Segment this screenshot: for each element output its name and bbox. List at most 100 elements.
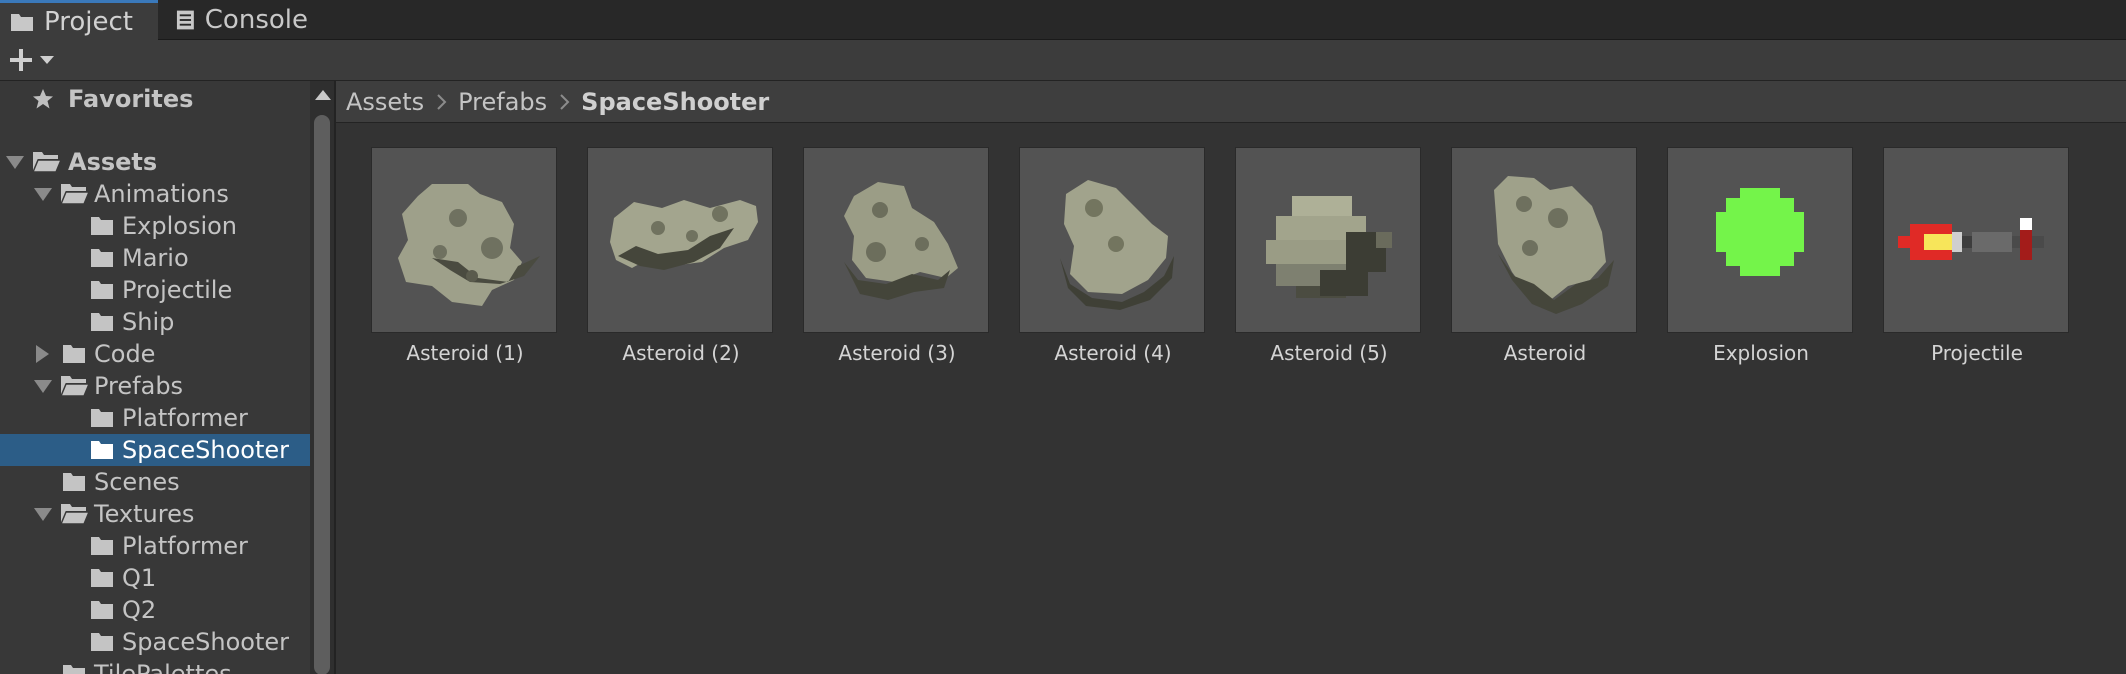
asset-label: Asteroid (1): [406, 341, 524, 365]
tree-item-label: Scenes: [94, 468, 180, 496]
star-icon: [33, 89, 53, 109]
tree-item-projectile[interactable]: Projectile: [0, 274, 310, 306]
favorites-item[interactable]: Favorites: [0, 83, 310, 115]
folder-icon: [91, 409, 113, 427]
folder-icon: [11, 13, 33, 31]
asset-tile[interactable]: Asteroid (1): [371, 147, 559, 365]
asset-thumbnail: [803, 147, 989, 333]
tree-item-label: Explosion: [122, 212, 238, 240]
tree-item-label: Q1: [122, 564, 157, 592]
tree-item-spaceshooter-selected[interactable]: SpaceShooter: [0, 434, 310, 466]
asset-tile[interactable]: Explosion: [1667, 147, 1855, 365]
asset-label: Asteroid (2): [622, 341, 740, 365]
asset-label: Asteroid (4): [1054, 341, 1172, 365]
asset-tile[interactable]: Projectile: [1883, 147, 2071, 365]
tree-item-label: Platformer: [122, 532, 248, 560]
folder-icon: [91, 537, 113, 555]
tree-item-label: TilePalettes: [94, 660, 232, 674]
explosion-icon: [1716, 188, 1804, 276]
folder-icon: [91, 281, 113, 299]
asset-tile[interactable]: Asteroid (2): [587, 147, 775, 365]
tree-scrollbar[interactable]: [310, 81, 334, 674]
asset-grid: Asteroid (1) Asteroid (2) Asteroid (3) A…: [336, 123, 2126, 674]
asset-thumbnail: [1235, 147, 1421, 333]
tree-item-ship[interactable]: Ship: [0, 306, 310, 338]
scroll-up-arrow-icon[interactable]: [315, 90, 331, 100]
expand-arrow-icon[interactable]: [34, 380, 52, 393]
asset-tile[interactable]: Asteroid (4): [1019, 147, 1207, 365]
tree-item-label: Animations: [94, 180, 229, 208]
breadcrumb: Assets Prefabs SpaceShooter: [336, 81, 2126, 123]
tree-item-label: Mario: [122, 244, 189, 272]
tree-item-q1[interactable]: Q1: [0, 562, 310, 594]
folder-icon: [91, 249, 113, 267]
console-icon: [176, 10, 194, 30]
tree-item-label: Code: [94, 340, 156, 368]
favorites-label: Favorites: [68, 85, 194, 113]
tab-project-label: Project: [44, 6, 133, 37]
asset-thumbnail: [371, 147, 557, 333]
tree-item-textures-platformer[interactable]: Platformer: [0, 530, 310, 562]
asset-tile[interactable]: Asteroid: [1451, 147, 1639, 365]
create-asset-button[interactable]: [8, 44, 64, 76]
tree-item-mario[interactable]: Mario: [0, 242, 310, 274]
tree-item-prefabs[interactable]: Prefabs: [0, 370, 310, 402]
asteroid-icon: [610, 200, 758, 270]
asset-label: Asteroid (3): [838, 341, 956, 365]
tree-item-q2[interactable]: Q2: [0, 594, 310, 626]
tree-item-platformer[interactable]: Platformer: [0, 402, 310, 434]
tab-project[interactable]: Project: [0, 0, 158, 40]
asteroid-icon: [1266, 196, 1392, 298]
collapsed-arrow-icon[interactable]: [36, 345, 49, 363]
window-tab-bar: Project Console: [0, 0, 2126, 40]
tree-item-tilepalettes[interactable]: TilePalettes: [0, 658, 310, 674]
folder-icon: [63, 665, 85, 674]
tree-item-textures[interactable]: Textures: [0, 498, 310, 530]
folder-icon: [91, 569, 113, 587]
tree-item-label: Q2: [122, 596, 157, 624]
chevron-right-icon: [437, 93, 447, 110]
tree-item-textures-spaceshooter[interactable]: SpaceShooter: [0, 626, 310, 658]
expand-arrow-icon[interactable]: [34, 188, 52, 201]
tree-item-animations[interactable]: Animations: [0, 178, 310, 210]
tree-item-explosion[interactable]: Explosion: [0, 210, 310, 242]
expand-arrow-icon[interactable]: [34, 508, 52, 521]
breadcrumb-prefabs[interactable]: Prefabs: [448, 88, 547, 116]
asset-thumbnail: [1451, 147, 1637, 333]
asset-label: Projectile: [1931, 341, 2023, 365]
asteroid-icon: [844, 182, 958, 300]
asset-tile[interactable]: Asteroid (3): [803, 147, 991, 365]
asteroid-icon: [398, 184, 540, 306]
project-toolbar: [0, 40, 2126, 81]
folder-open-icon: [32, 152, 62, 173]
breadcrumb-spaceshooter[interactable]: SpaceShooter: [571, 88, 769, 116]
folder-icon: [91, 441, 113, 459]
tree-item-label: Projectile: [122, 276, 233, 304]
tab-console[interactable]: Console: [158, 0, 308, 40]
asset-thumbnail: [1667, 147, 1853, 333]
tree-item-assets[interactable]: Assets: [0, 146, 310, 178]
asset-label: Asteroid: [1503, 341, 1587, 365]
folder-icon: [63, 345, 85, 363]
tree-item-label: SpaceShooter: [122, 436, 289, 464]
asset-thumbnail: [1883, 147, 2069, 333]
scrollbar-thumb[interactable]: [314, 115, 330, 674]
tree-item-code[interactable]: Code: [0, 338, 310, 370]
asteroid-icon: [1060, 180, 1174, 310]
folder-open-icon: [60, 376, 90, 397]
asset-label: Explosion: [1713, 341, 1809, 365]
tree-item-label: Platformer: [122, 404, 248, 432]
breadcrumb-assets[interactable]: Assets: [336, 88, 424, 116]
asteroid-icon: [1494, 176, 1614, 314]
folder-open-icon: [60, 504, 90, 525]
asset-tile[interactable]: Asteroid (5): [1235, 147, 1423, 365]
projectile-icon: [1898, 218, 2044, 260]
dropdown-arrow-icon: [40, 56, 54, 64]
tree-item-label: Assets: [68, 148, 158, 176]
asset-label: Asteroid (5): [1270, 341, 1388, 365]
tree-item-label: Prefabs: [94, 372, 184, 400]
folder-icon: [63, 473, 85, 491]
folder-open-icon: [60, 184, 90, 205]
expand-arrow-icon[interactable]: [6, 156, 24, 169]
tree-item-scenes[interactable]: Scenes: [0, 466, 310, 498]
